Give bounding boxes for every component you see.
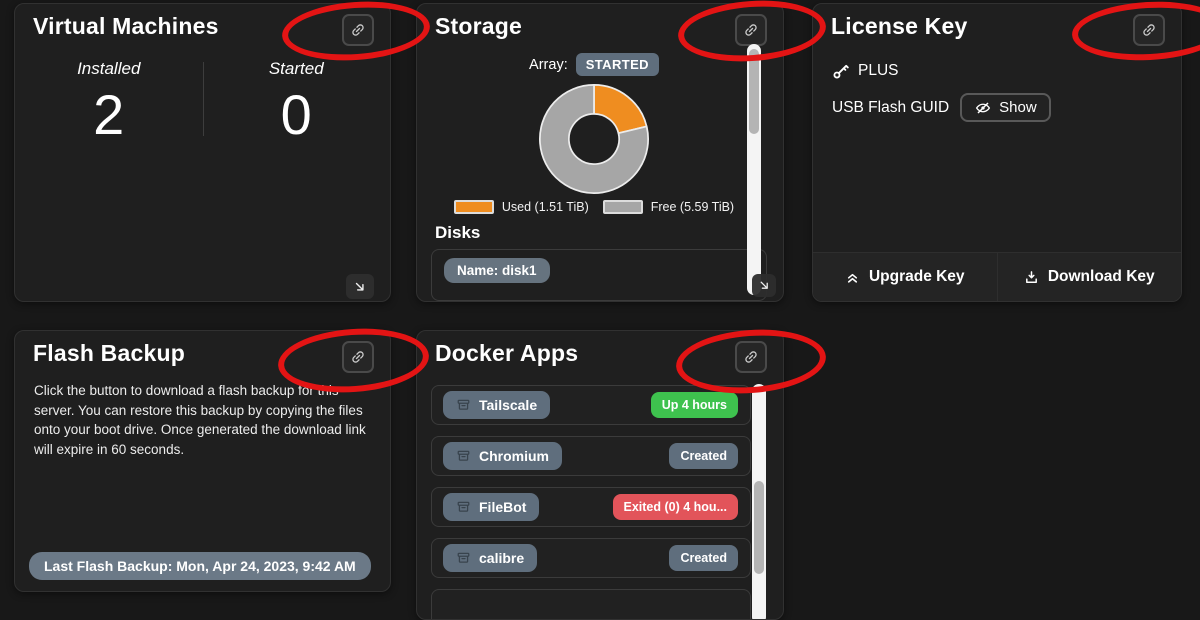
flash-backup-card: Flash Backup Click the button to downloa… [14,330,391,592]
container-archive-icon [456,398,471,412]
show-button-label: Show [999,99,1037,116]
docker-app-name-badge[interactable]: FileBot [443,493,539,521]
vm-link-button[interactable] [342,14,374,46]
storage-link-button[interactable] [735,14,767,46]
last-flash-backup-badge: Last Flash Backup: Mon, Apr 24, 2023, 9:… [29,552,371,580]
license-link-button[interactable] [1133,14,1165,46]
docker-app-status-badge: Exited (0) 4 hou... [613,494,739,520]
vm-stats: Installed 2 Started 0 [15,59,390,143]
disk-name-badge: Name: disk1 [444,258,550,283]
docker-apps-list: Tailscale Up 4 hours Chromium Created [417,385,783,620]
disks-heading: Disks [435,223,783,243]
flash-link-button[interactable] [342,341,374,373]
docker-app-row[interactable]: FileBot Exited (0) 4 hou... [431,487,751,527]
docker-apps-card: Docker Apps Tailscale Up 4 hours [416,330,784,620]
vm-resize-handle[interactable] [346,274,374,299]
link-icon [350,349,366,365]
storage-scrollbar-thumb[interactable] [749,49,759,134]
show-guid-button[interactable]: Show [960,93,1051,122]
vm-started-value: 0 [203,87,391,143]
docker-app-name-badge[interactable]: Tailscale [443,391,550,419]
eye-slash-icon [974,100,992,116]
docker-app-row[interactable]: Tailscale Up 4 hours [431,385,751,425]
disks-panel: Name: disk1 [431,249,767,301]
arrow-down-right-icon [353,280,367,294]
legend-label-used: Used (1.51 TiB) [502,200,589,214]
guid-label: USB Flash GUID [832,99,949,117]
storage-resize-handle[interactable] [752,274,776,297]
docker-app-name: FileBot [479,499,526,515]
docker-app-name-badge[interactable]: calibre [443,544,537,572]
docker-app-row[interactable]: calibre Created [431,538,751,578]
legend-swatch-used [454,200,494,214]
upgrade-key-label: Upgrade Key [869,268,965,286]
link-icon [743,22,759,38]
virtual-machines-card: Virtual Machines Installed 2 Started 0 [14,3,391,302]
docker-app-name-badge[interactable]: Chromium [443,442,562,470]
arrow-down-right-icon [758,279,771,292]
download-icon [1024,270,1039,285]
upgrade-key-button[interactable]: Upgrade Key [813,253,998,301]
vm-card-title: Virtual Machines [33,13,219,39]
docker-scrollbar-thumb[interactable] [754,481,764,574]
docker-app-status-badge: Created [669,545,738,571]
container-archive-icon [456,551,471,565]
download-key-label: Download Key [1048,268,1155,286]
docker-app-name: calibre [479,550,524,566]
flash-card-title: Flash Backup [33,340,185,366]
download-key-button[interactable]: Download Key [998,253,1182,301]
link-icon [743,349,759,365]
legend-label-free: Free (5.59 TiB) [651,200,734,214]
vm-installed-label: Installed [15,59,203,79]
license-key-card: License Key PLUS USB Flash GUID Show [812,3,1182,302]
angles-up-icon [845,270,860,285]
link-icon [1141,22,1157,38]
link-icon [350,22,366,38]
docker-scrollbar[interactable] [752,384,766,620]
container-archive-icon [456,449,471,463]
array-label: Array: [529,57,568,73]
license-tier: PLUS [858,62,899,80]
flash-backup-description: Click the button to download a flash bac… [34,381,366,459]
container-archive-icon [456,500,471,514]
license-footer: Upgrade Key Download Key [813,252,1181,301]
docker-app-status-badge: Up 4 hours [651,392,738,418]
chart-legend: Used (1.51 TiB) Free (5.59 TiB) [417,200,771,214]
docker-app-status-badge: Created [669,443,738,469]
legend-swatch-free [603,200,643,214]
storage-card-title: Storage [435,13,522,39]
docker-app-name: Tailscale [479,397,537,413]
storage-card: Storage Array: STARTED Used (1.51 TiB) F… [416,3,784,302]
docker-card-title: Docker Apps [435,340,578,366]
key-icon [832,63,849,80]
docker-app-name: Chromium [479,448,549,464]
storage-scrollbar[interactable] [747,44,761,295]
array-status-badge: STARTED [576,53,659,76]
docker-app-row-partial[interactable] [431,589,751,620]
storage-donut-chart [536,81,652,197]
license-card-title: License Key [831,13,967,39]
vm-started-label: Started [203,59,391,79]
docker-link-button[interactable] [735,341,767,373]
vm-installed-value: 2 [15,87,203,143]
vm-stats-divider [203,62,204,136]
docker-app-row[interactable]: Chromium Created [431,436,751,476]
